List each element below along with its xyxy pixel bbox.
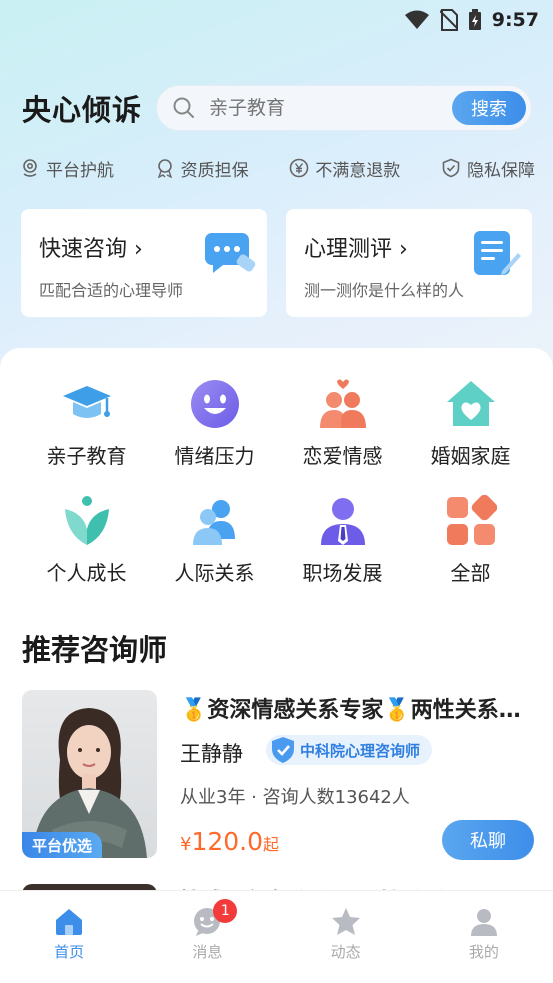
quick-card-subtitle: 匹配合适的心理导师	[39, 281, 184, 300]
guarantee-privacy: 隐私保障	[441, 156, 535, 181]
category-label: 人际关系	[174, 561, 255, 585]
wifi-icon	[404, 10, 429, 29]
category-label: 职场发展	[302, 561, 383, 585]
graduation-cap-icon	[62, 386, 111, 418]
certification-badge: 中科院心理咨询师	[266, 735, 433, 765]
shield-check-icon	[442, 158, 460, 178]
counselor-name: 王静静	[180, 742, 243, 766]
category-grid: 亲子教育 情绪压力 恋爱情感 婚姻家庭 个人成长 人际关系 职场发展 全部	[0, 378, 553, 586]
header: 央心倾诉 搜索	[22, 84, 532, 132]
category-career[interactable]: 职场发展	[279, 495, 407, 586]
guarantee-label: 隐私保障	[466, 160, 535, 181]
clock: 9:57	[491, 9, 539, 31]
location-shield-icon	[23, 159, 37, 177]
recommend-title: 推荐咨询师	[22, 633, 168, 667]
platform-pick-badge: 平台优选	[22, 832, 103, 858]
nav-home[interactable]: 首页	[19, 907, 119, 983]
counselor-price: ¥120.0起	[180, 827, 279, 856]
category-all[interactable]: 全部	[407, 495, 535, 586]
category-label: 全部	[450, 561, 491, 585]
category-label: 亲子教育	[46, 444, 127, 468]
search-input[interactable]	[209, 97, 452, 119]
guarantee-platform: 平台护航	[20, 156, 114, 181]
nav-feed[interactable]: 动态	[296, 907, 396, 983]
category-love[interactable]: 恋爱情感	[279, 378, 407, 469]
no-sim-icon	[439, 9, 458, 31]
medal-icon	[157, 159, 172, 178]
guarantee-label: 资质担保	[180, 160, 249, 181]
search-icon	[173, 97, 194, 118]
nav-profile[interactable]: 我的	[434, 907, 534, 983]
status-bar: 9:57	[0, 0, 553, 40]
category-growth[interactable]: 个人成长	[23, 495, 151, 586]
counselor-meta: 从业3年 · 咨询人数13642人	[180, 787, 410, 808]
nav-label: 我的	[468, 943, 499, 961]
unread-badge: 1	[213, 899, 238, 923]
counselor-headline: 🥇资深情感关系专家🥇两性关系专家	[180, 698, 534, 723]
search-button[interactable]: 搜索	[452, 91, 526, 125]
guarantee-label: 平台护航	[46, 160, 114, 181]
grid-icon	[446, 495, 497, 545]
category-marriage[interactable]: 婚姻家庭	[407, 378, 535, 469]
avatar[interactable]: 平台优选	[22, 690, 157, 858]
nav-messages[interactable]: 消息 1	[157, 899, 257, 983]
certification-label: 中科院心理咨询师	[300, 741, 421, 760]
document-pen-icon	[474, 231, 521, 275]
guarantee-label: 不满意退款	[315, 160, 401, 181]
verified-shield-icon	[272, 737, 294, 763]
psych-test-card[interactable]: 心理测评 › 测一测你是什么样的人	[286, 209, 532, 317]
couple-icon	[319, 379, 366, 428]
guarantee-refund: 不满意退款	[289, 156, 400, 181]
nav-label: 动态	[330, 943, 361, 961]
star-icon	[331, 908, 360, 935]
quick-consult-card[interactable]: 快速咨询 › 匹配合适的心理导师	[21, 209, 267, 317]
category-emotion[interactable]: 情绪压力	[151, 378, 279, 469]
category-label: 婚姻家庭	[430, 444, 511, 468]
price-currency: ¥	[180, 834, 192, 855]
category-label: 情绪压力	[174, 444, 255, 468]
quick-cards: 快速咨询 › 匹配合适的心理导师 心理测评 › 测一测你是什么样的人	[21, 209, 532, 317]
category-parenting[interactable]: 亲子教育	[23, 378, 151, 469]
guarantee-bar: 平台护航 资质担保 不满意退款 隐私保障	[20, 154, 535, 182]
people-icon	[192, 500, 235, 545]
category-label: 个人成长	[46, 561, 127, 585]
bottom-nav: 首页 消息 1 动态 我的	[0, 890, 553, 983]
businessman-icon	[320, 498, 365, 545]
battery-icon	[468, 9, 481, 30]
home-icon	[56, 909, 83, 935]
quick-card-subtitle: 测一测你是什么样的人	[304, 281, 465, 300]
smiley-icon	[190, 380, 239, 428]
yuan-icon	[290, 158, 309, 178]
private-chat-button[interactable]: 私聊	[442, 820, 534, 860]
sprout-icon	[64, 496, 109, 545]
guarantee-qualification: 资质担保	[155, 156, 249, 181]
house-heart-icon	[446, 381, 495, 426]
category-relationships[interactable]: 人际关系	[151, 495, 279, 586]
chat-bubble-icon	[205, 233, 256, 273]
search-box[interactable]: 搜索	[156, 85, 532, 131]
counselor-card[interactable]: 平台优选 🥇资深情感关系专家🥇两性关系专家 王静静 中科院心理咨询师 从业3年 …	[22, 690, 534, 860]
nav-label: 消息	[192, 943, 223, 961]
price-amount: 120.0	[191, 827, 264, 856]
nav-label: 首页	[54, 943, 85, 961]
category-label: 恋爱情感	[302, 444, 383, 468]
price-unit: 起	[263, 835, 280, 854]
user-icon	[470, 909, 497, 936]
app-title: 央心倾诉	[22, 93, 143, 127]
